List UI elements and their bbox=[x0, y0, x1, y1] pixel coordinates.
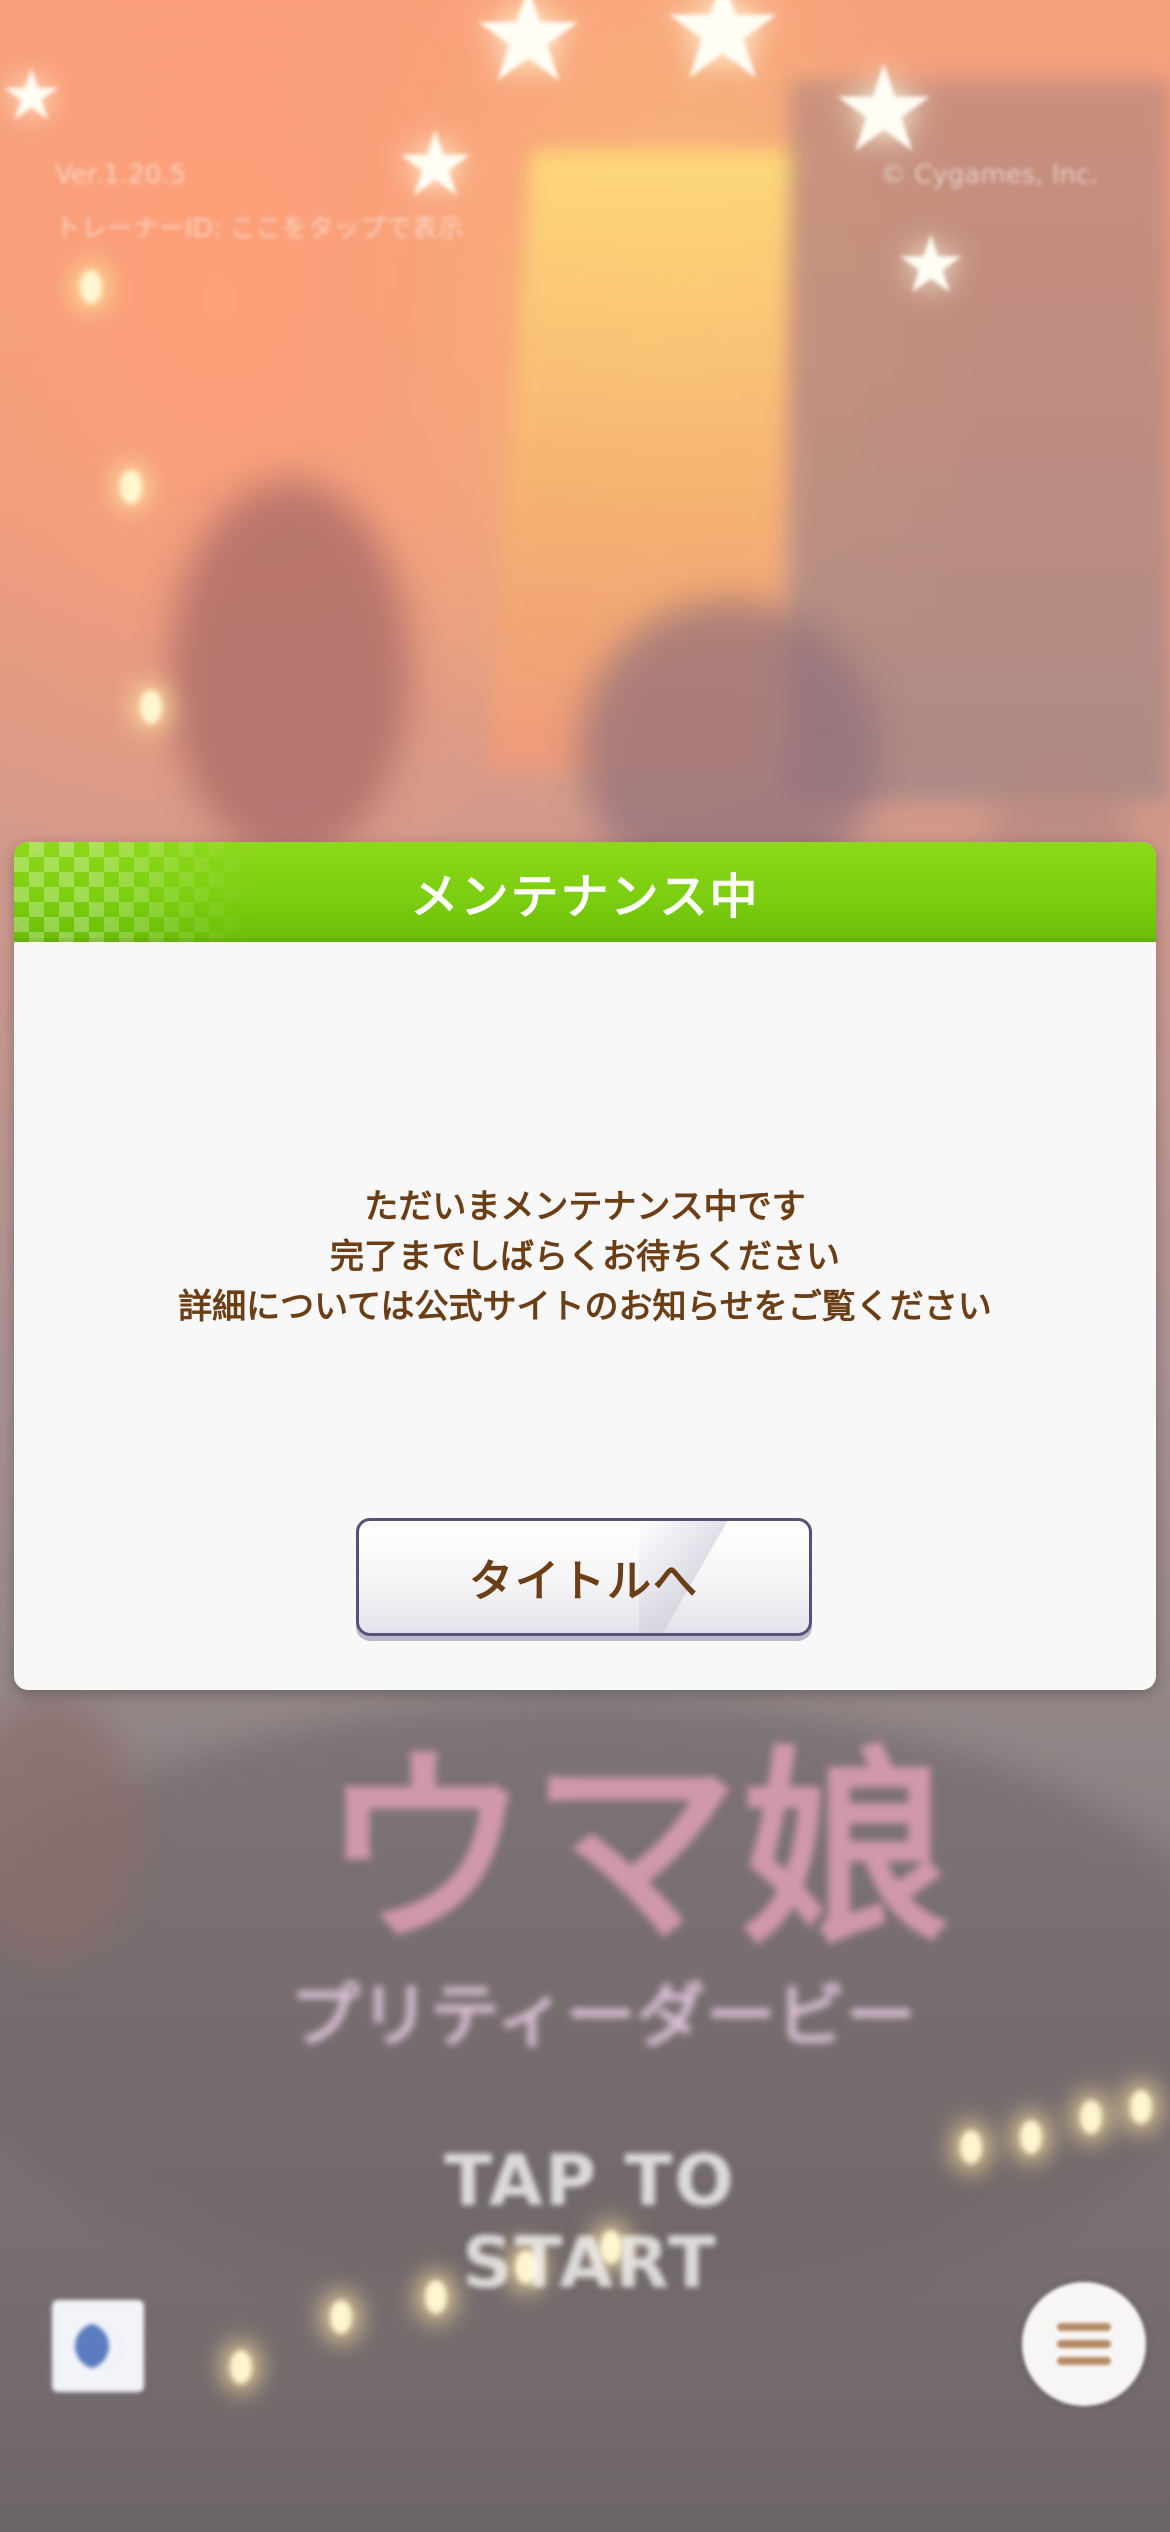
game-logo-main: ウマ娘 bbox=[320, 1728, 951, 1973]
dialog-title: メンテナンス中 bbox=[410, 869, 760, 925]
menu-bar bbox=[1057, 2323, 1111, 2331]
stage-light bbox=[1080, 2100, 1102, 2134]
header-divider bbox=[14, 938, 1156, 942]
stage-light bbox=[80, 270, 102, 304]
character-silhouette bbox=[170, 480, 410, 860]
stage-light bbox=[1020, 2120, 1042, 2154]
menu-bar bbox=[1057, 2340, 1111, 2348]
to-title-button-label: タイトルへ bbox=[469, 1556, 699, 1607]
message-line: 詳細については公式サイトのお知らせをご覧ください bbox=[178, 1287, 992, 1327]
message-line: 完了までしばらくお待ちください bbox=[330, 1237, 840, 1277]
dialog-message: ただいまメンテナンス中です 完了までしばらくお待ちください 詳細については公式サ… bbox=[14, 1182, 1156, 1332]
star-icon: ★ bbox=[470, 0, 587, 111]
copyright-label: © Cygames, Inc. bbox=[880, 160, 1099, 190]
version-label: Ver.1.20.5 bbox=[55, 160, 187, 190]
stage-light bbox=[960, 2130, 982, 2164]
stage-light bbox=[230, 2350, 252, 2384]
header-pattern bbox=[14, 842, 254, 942]
tap-to-start-label[interactable]: TAP TO START bbox=[330, 2140, 850, 2304]
menu-bar bbox=[1057, 2357, 1111, 2365]
stage-light bbox=[120, 470, 142, 504]
star-icon: ★ bbox=[895, 218, 967, 311]
star-icon: ★ bbox=[830, 40, 938, 179]
message-line: ただいまメンテナンス中です bbox=[364, 1187, 806, 1227]
star-icon: ★ bbox=[660, 0, 786, 111]
moon-icon bbox=[75, 2323, 121, 2369]
maintenance-dialog: メンテナンス中 ただいまメンテナンス中です 完了までしばらくお待ちください 詳細… bbox=[14, 842, 1156, 1690]
dialog-header: メンテナンス中 bbox=[14, 842, 1156, 942]
game-logo-sub: プリティーダービー bbox=[290, 1975, 916, 2057]
star-icon: ★ bbox=[0, 54, 63, 136]
stage-light bbox=[1130, 2090, 1152, 2124]
game-screen[interactable]: ★ ★ ★ ★ ★ ★ Ver.1.20.5 トレーナーID: ここをタップで表… bbox=[0, 0, 1170, 2532]
trainer-id-link[interactable]: トレーナーID: ここをタップで表示 bbox=[55, 208, 464, 245]
to-title-button[interactable]: タイトルへ bbox=[356, 1518, 812, 1636]
moon-badge-icon[interactable] bbox=[52, 2300, 144, 2392]
hamburger-menu-icon[interactable] bbox=[1022, 2282, 1146, 2406]
star-icon: ★ bbox=[395, 112, 476, 217]
stage-light bbox=[140, 690, 162, 724]
stage-light bbox=[330, 2300, 352, 2334]
